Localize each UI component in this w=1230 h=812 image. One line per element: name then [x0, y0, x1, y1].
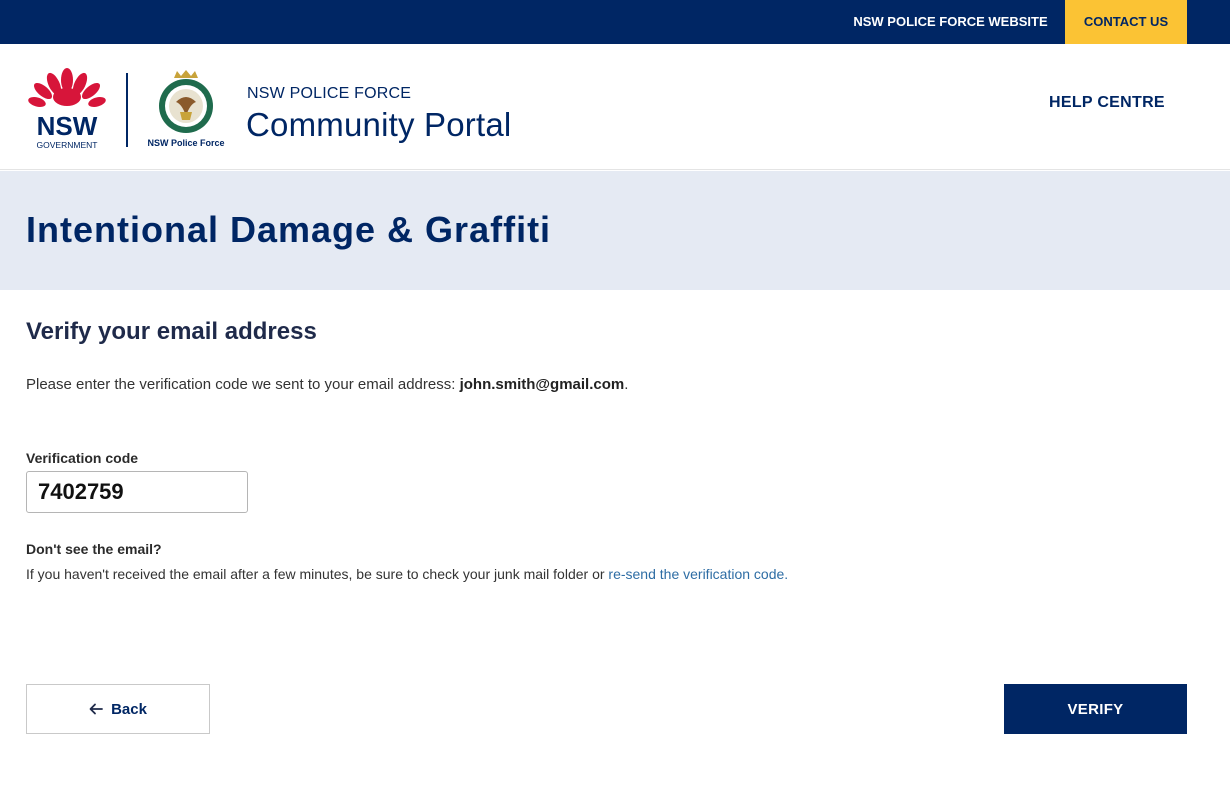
- svg-text:NSW Police Force: NSW Police Force: [147, 138, 224, 148]
- back-button-label: Back: [111, 700, 147, 718]
- help-centre-link[interactable]: HELP CENTRE: [1049, 94, 1165, 112]
- section-title: Verify your email address: [26, 318, 317, 345]
- svg-text:NSW: NSW: [37, 111, 98, 141]
- back-button[interactable]: Back: [26, 684, 210, 734]
- hint-title: Don't see the email?: [26, 541, 162, 557]
- top-utility-bar: NSW POLICE FORCE WEBSITE CONTACT US: [0, 0, 1230, 44]
- nsw-government-logo[interactable]: NSW GOVERNMENT: [28, 66, 106, 150]
- page-banner: Intentional Damage & Graffiti: [0, 171, 1230, 290]
- contact-us-link[interactable]: CONTACT US: [1065, 0, 1187, 44]
- email-address: john.smith@gmail.com: [459, 376, 625, 393]
- verification-intro: Please enter the verification code we se…: [26, 376, 628, 393]
- police-crest-icon[interactable]: NSW Police Force: [146, 68, 226, 150]
- verification-code-label: Verification code: [26, 450, 139, 466]
- logo-divider: [126, 73, 128, 147]
- verify-button[interactable]: VERIFY: [1004, 684, 1187, 734]
- arrow-left-icon: [89, 703, 103, 715]
- intro-end: .: [624, 376, 629, 393]
- hint-body: If you haven't received the email after …: [26, 566, 609, 582]
- brand-subtitle: NSW POLICE FORCE: [247, 85, 412, 102]
- resend-code-link[interactable]: re-send the verification code.: [608, 566, 788, 582]
- svg-text:GOVERNMENT: GOVERNMENT: [37, 140, 98, 150]
- page-title: Intentional Damage & Graffiti: [26, 209, 552, 250]
- police-website-link[interactable]: NSW POLICE FORCE WEBSITE: [836, 0, 1065, 44]
- intro-text: Please enter the verification code we se…: [26, 376, 460, 393]
- brand-title: Community Portal: [246, 106, 512, 143]
- site-header: NSW GOVERNMENT NSW Police Force NSW POLI…: [0, 44, 1230, 170]
- hint-text: If you haven't received the email after …: [26, 566, 788, 582]
- verification-code-input[interactable]: [26, 471, 248, 513]
